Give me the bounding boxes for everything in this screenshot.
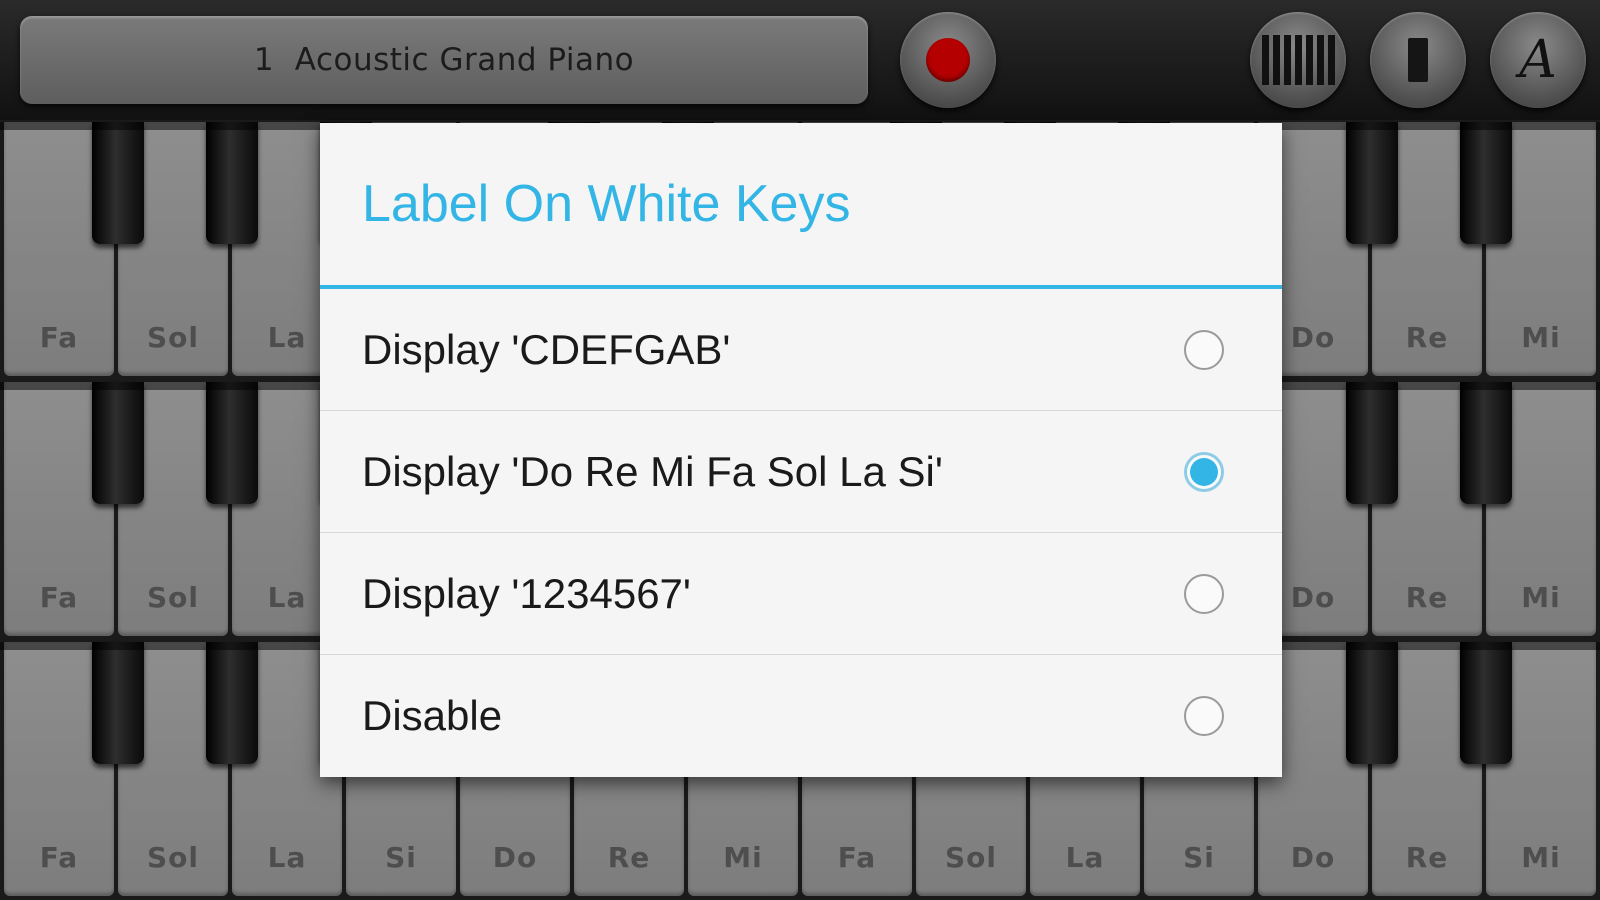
option-label: Display '1234567' bbox=[362, 569, 691, 617]
option-label: Display 'Do Re Mi Fa Sol La Si' bbox=[362, 447, 943, 495]
dialog-overlay: Label On White Keys Display 'CDEFGAB' Dis… bbox=[0, 0, 1600, 900]
option-item[interactable]: Display 'Do Re Mi Fa Sol La Si' bbox=[320, 411, 1282, 533]
radio-button[interactable] bbox=[1184, 696, 1224, 736]
radio-button[interactable] bbox=[1184, 451, 1224, 492]
option-item[interactable]: Display 'CDEFGAB' bbox=[320, 289, 1282, 411]
option-item[interactable]: Display '1234567' bbox=[320, 533, 1282, 655]
option-label: Disable bbox=[362, 692, 503, 739]
options-list: Display 'CDEFGAB' Display 'Do Re Mi Fa So… bbox=[320, 289, 1282, 777]
dialog-title: Label On White Keys bbox=[320, 123, 1282, 289]
radio-button[interactable] bbox=[1184, 573, 1224, 614]
radio-button[interactable] bbox=[1184, 329, 1224, 370]
radio-selected-dot bbox=[1190, 457, 1218, 486]
label-dialog: Label On White Keys Display 'CDEFGAB' Dis… bbox=[320, 123, 1282, 777]
option-label: Display 'CDEFGAB' bbox=[362, 325, 731, 373]
option-item[interactable]: Disable bbox=[320, 655, 1282, 777]
